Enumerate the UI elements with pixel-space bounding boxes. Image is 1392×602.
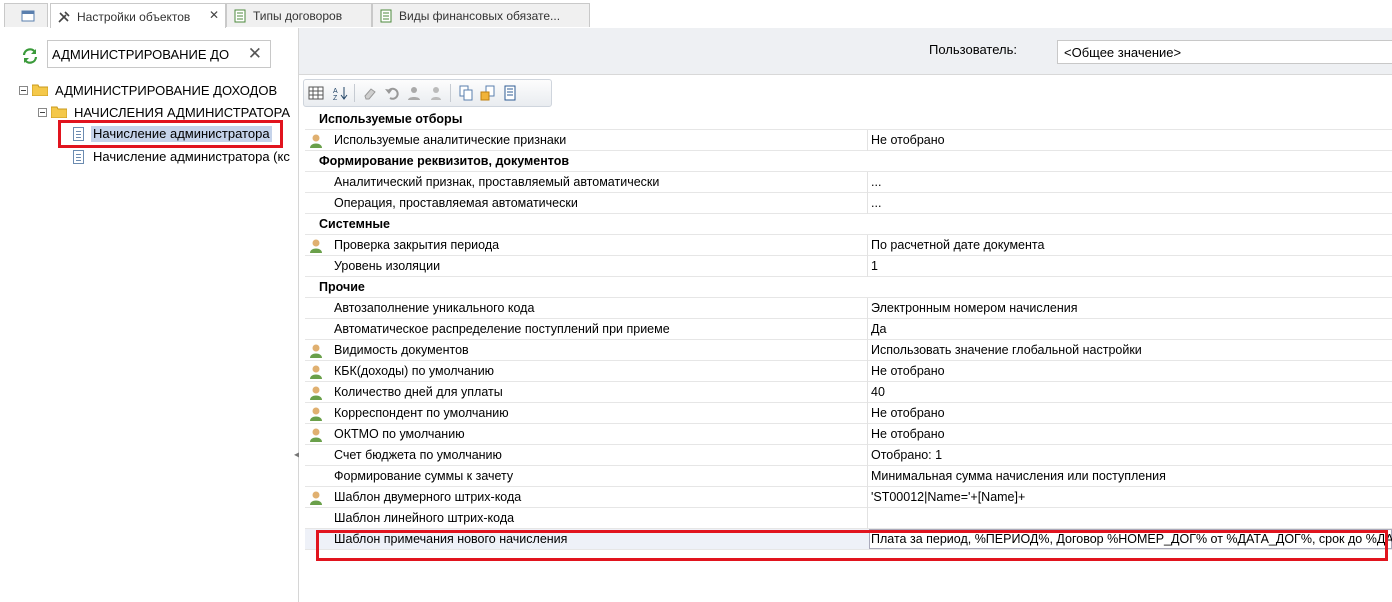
toolbar: AZ	[299, 76, 1392, 108]
user-icon	[310, 365, 322, 379]
sort-az-icon[interactable]: AZ	[332, 85, 348, 101]
user-select[interactable]: <Общее значение>	[1057, 40, 1392, 64]
undo-icon[interactable]	[384, 85, 400, 101]
tab-label: Виды финансовых обязате...	[399, 8, 561, 23]
user-icon	[310, 344, 322, 358]
user-icon[interactable]	[428, 85, 444, 101]
property-row[interactable]: Автозаполнение уникального кода Электронн…	[305, 298, 1392, 319]
tab-financial-obligations[interactable]: Виды финансовых обязате...	[372, 3, 590, 27]
collapse-icon[interactable]	[19, 86, 28, 95]
highlight-box	[316, 530, 1388, 561]
clear-icon[interactable]: ✕	[248, 44, 262, 64]
document-icon	[73, 150, 84, 164]
group-header[interactable]: Системные	[305, 214, 1392, 235]
table-icon	[234, 9, 246, 22]
tab-object-settings[interactable]: Настройки объектов ✕	[50, 3, 226, 29]
property-row[interactable]: Счет бюджета по умолчанию Отобрано: 1	[305, 445, 1392, 466]
eraser-icon[interactable]	[362, 85, 378, 101]
users-icon[interactable]	[406, 85, 422, 101]
group-header[interactable]: Формирование реквизитов, документов	[305, 151, 1392, 172]
group-header[interactable]: Используемые отборы	[305, 109, 1392, 130]
user-icon	[310, 134, 322, 148]
user-label: Пользователь:	[929, 42, 1017, 57]
folder-icon	[32, 84, 48, 96]
tab-window-list[interactable]	[4, 3, 48, 27]
search-input[interactable]	[52, 46, 242, 62]
property-row[interactable]: Корреспондент по умолчанию Не отобрано	[305, 403, 1392, 424]
svg-text:Z: Z	[333, 95, 338, 101]
folder-icon	[51, 106, 67, 118]
property-row[interactable]: Автоматическое распределение поступлений…	[305, 319, 1392, 340]
tree-item-admin-revenue[interactable]: АДМИНИСТРИРОВАНИЕ ДОХОДОВ	[55, 83, 277, 99]
property-row[interactable]: Шаблон линейного штрих-кода	[305, 508, 1392, 529]
property-row[interactable]: Операция, проставляемая автоматически...	[305, 193, 1392, 214]
property-row[interactable]: Аналитический признак, проставляемый авт…	[305, 172, 1392, 193]
svg-text:A: A	[333, 88, 338, 95]
property-row[interactable]: Используемые аналитические признаки Не от…	[305, 130, 1392, 151]
collapse-icon[interactable]	[38, 108, 47, 117]
user-icon	[310, 407, 322, 421]
book-icon[interactable]	[502, 85, 518, 101]
property-row[interactable]: ОКТМО по умолчанию Не отобрано	[305, 424, 1392, 445]
search-field[interactable]: ✕	[47, 40, 271, 68]
group-header[interactable]: Прочие	[305, 277, 1392, 298]
tab-label: Типы договоров	[253, 8, 343, 23]
tree-item-admin-charges[interactable]: НАЧИСЛЕНИЯ АДМИНИСТРАТОРА	[74, 105, 290, 121]
close-icon[interactable]: ✕	[209, 8, 219, 22]
table-icon	[380, 9, 392, 22]
user-icon	[310, 239, 322, 253]
tree-item-admin-charge-2[interactable]: Начисление администратора (кс	[93, 149, 291, 165]
tab-bar: Настройки объектов ✕ Типы договоров Виды…	[0, 0, 1392, 29]
tab-label: Настройки объектов	[77, 9, 191, 24]
copy-icon[interactable]	[458, 85, 474, 101]
export-icon[interactable]	[480, 85, 496, 101]
property-row[interactable]: КБК(доходы) по умолчанию Не отобрано	[305, 361, 1392, 382]
property-row[interactable]: Шаблон двумерного штрих-кода 'ST00012|Nam…	[305, 487, 1392, 508]
property-row[interactable]: Видимость документов Использовать значени…	[305, 340, 1392, 361]
user-icon	[310, 428, 322, 442]
property-row[interactable]: Уровень изоляции 1	[305, 256, 1392, 277]
property-row[interactable]: Количество дней для уплаты 40	[305, 382, 1392, 403]
property-row[interactable]: Проверка закрытия периода По расчетной да…	[305, 235, 1392, 256]
tab-contract-types[interactable]: Типы договоров	[226, 3, 372, 27]
property-row[interactable]: Формирование суммы к зачету Минимальная с…	[305, 466, 1392, 487]
user-icon	[310, 491, 322, 505]
highlight-box	[58, 120, 283, 148]
refresh-icon[interactable]	[21, 47, 39, 65]
grid-view-icon[interactable]	[308, 85, 324, 101]
user-icon	[310, 386, 322, 400]
tools-icon	[58, 10, 70, 23]
window-icon	[21, 10, 35, 21]
